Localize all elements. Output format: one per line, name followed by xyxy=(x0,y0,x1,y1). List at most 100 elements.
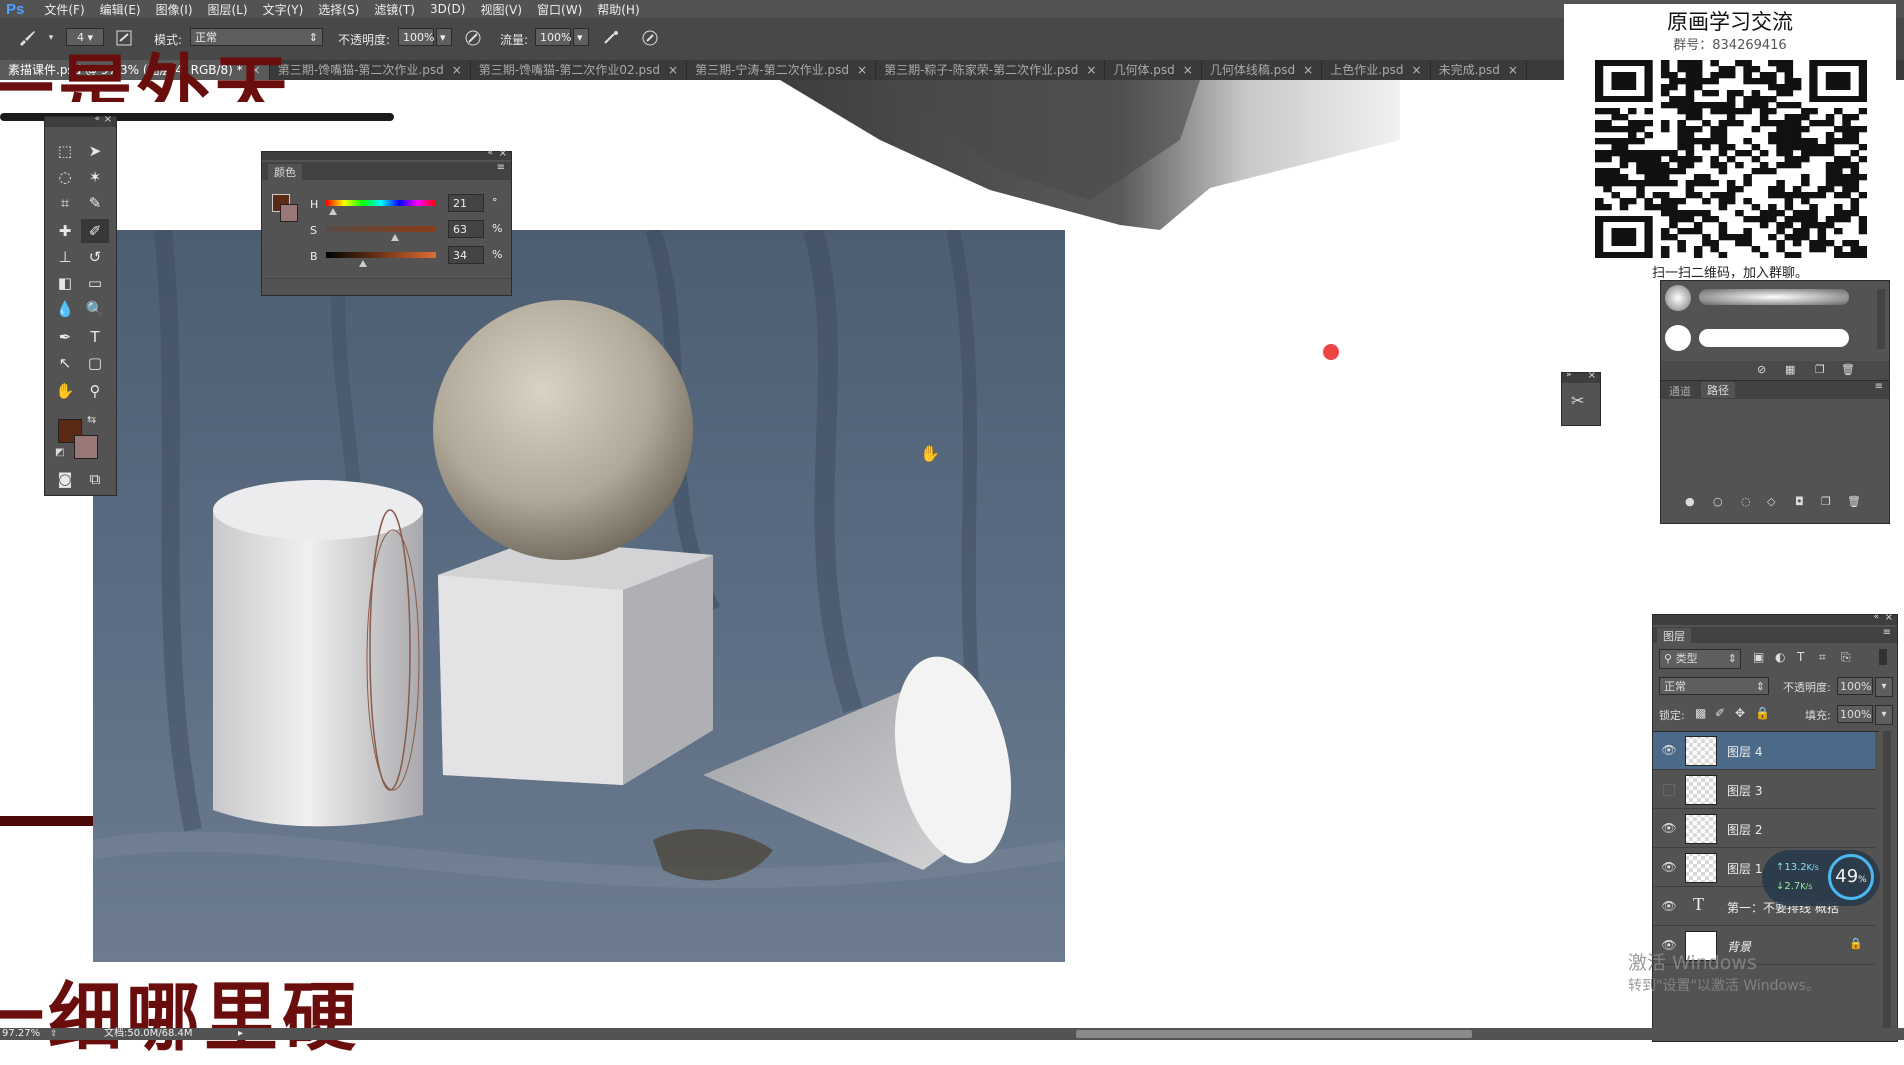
opacity-input[interactable]: 100% xyxy=(398,28,434,46)
magic-wand-icon[interactable]: ✶ xyxy=(81,165,109,189)
close-icon[interactable]: × xyxy=(499,148,507,159)
share-icon[interactable]: ⇪ xyxy=(50,1028,58,1040)
tab-paths[interactable]: 路径 xyxy=(1701,382,1735,398)
hue-slider-thumb[interactable] xyxy=(328,208,337,215)
network-speed-widget[interactable]: ↑13.2K/s ↓2.7K/s 49% xyxy=(1762,850,1880,906)
menu-file[interactable]: 文件(F) xyxy=(44,1,84,18)
swap-colors-icon[interactable]: ⇆ xyxy=(87,413,96,426)
close-icon[interactable]: × xyxy=(668,63,678,77)
lock-all-icon[interactable]: 🔒 xyxy=(1755,706,1770,720)
opacity-dropdown-button[interactable]: ▾ xyxy=(436,28,452,46)
close-icon[interactable]: × xyxy=(1303,63,1313,77)
color-ramp-area[interactable] xyxy=(262,278,511,295)
layer-filter-select[interactable]: ⚲ 类型 ⇕ xyxy=(1659,649,1741,669)
color-panel-header[interactable]: « × xyxy=(262,148,511,160)
panel-menu-icon[interactable]: ≡ xyxy=(497,162,505,173)
path-select-icon[interactable]: ↖ xyxy=(51,351,79,375)
layers-scrollbar[interactable] xyxy=(1883,731,1891,1033)
pressure-opacity-icon[interactable] xyxy=(462,27,484,49)
history-brush-icon[interactable]: ↺ xyxy=(81,245,109,269)
tab-color[interactable]: 颜色 xyxy=(268,164,302,180)
filter-adjustment-icon[interactable]: ◐ xyxy=(1775,650,1785,664)
eyedropper-tool-icon[interactable]: ✎ xyxy=(81,191,109,215)
brush-toggle-icon[interactable]: ⊘ xyxy=(1757,363,1766,376)
menu-select[interactable]: 选择(S) xyxy=(318,1,359,18)
new-preset-icon[interactable]: ❐ xyxy=(1815,363,1825,376)
close-icon[interactable]: × xyxy=(1412,63,1422,77)
tab-document[interactable]: 上色作业.psd × xyxy=(1322,60,1431,80)
lock-transparency-icon[interactable]: ▩ xyxy=(1695,706,1706,720)
flow-dropdown-button[interactable]: ▾ xyxy=(573,28,589,46)
close-icon[interactable]: × xyxy=(1508,63,1518,77)
gradient-tool-icon[interactable]: ▭ xyxy=(81,271,109,295)
tools-preset-icon[interactable]: ✂ xyxy=(1571,391,1584,410)
filter-smart-object-icon[interactable]: ⎘ xyxy=(1841,650,1851,665)
brush-preset-hard[interactable] xyxy=(1665,325,1691,351)
close-icon[interactable]: × xyxy=(1588,370,1596,381)
layer-row-layer-2[interactable]: 👁 图层 2 xyxy=(1653,810,1875,848)
new-path-icon[interactable]: ❐ xyxy=(1821,495,1831,508)
fill-path-icon[interactable]: ● xyxy=(1685,495,1695,508)
blur-tool-icon[interactable]: 💧 xyxy=(51,297,79,321)
move-tool-icon[interactable]: ➤ xyxy=(81,139,109,163)
lock-pixels-icon[interactable]: ✐ xyxy=(1715,706,1725,720)
shape-tool-icon[interactable]: ▢ xyxy=(81,351,109,375)
expand-icon[interactable]: » xyxy=(1566,370,1572,380)
tab-document[interactable]: 第三期-馋嘴猫-第二次作业02.psd × xyxy=(471,60,688,80)
background-color-swatch[interactable] xyxy=(74,435,98,459)
filter-type-icon[interactable]: T xyxy=(1797,650,1804,664)
brush-tool-selected-icon[interactable]: ✐ xyxy=(81,219,109,243)
pen-tool-icon[interactable]: ✒ xyxy=(51,325,79,349)
crop-tool-icon[interactable]: ⌗ xyxy=(51,191,79,215)
tab-document[interactable]: 第三期-宁涛-第二次作业.psd × xyxy=(687,60,877,80)
brush-preset-soft[interactable] xyxy=(1665,285,1691,311)
toolbox-header[interactable]: « × xyxy=(45,114,116,127)
visibility-off-box[interactable] xyxy=(1663,784,1675,796)
tab-document[interactable]: 第三期-粽子-陈家荣-第二次作业.psd × xyxy=(876,60,1106,80)
menu-edit[interactable]: 编辑(E) xyxy=(100,1,141,18)
add-mask-icon[interactable]: ◘ xyxy=(1795,495,1804,508)
menu-view[interactable]: 视图(V) xyxy=(480,1,522,18)
background-color-swatch[interactable] xyxy=(280,204,298,222)
trash-icon[interactable]: 🗑 xyxy=(1841,363,1855,376)
saturation-slider[interactable] xyxy=(326,226,436,232)
blend-mode-select[interactable]: 正常 ⇕ xyxy=(1659,677,1769,695)
brush-list-scrollbar[interactable] xyxy=(1877,289,1885,349)
close-icon[interactable]: × xyxy=(452,63,462,77)
brightness-value-input[interactable]: 34 xyxy=(448,246,484,264)
layer-opacity-dropdown[interactable]: ▾ xyxy=(1875,677,1893,697)
eye-icon[interactable]: 👁 xyxy=(1661,899,1677,913)
dodge-tool-icon[interactable]: 🔍 xyxy=(81,297,109,321)
filter-pixel-icon[interactable]: ▣ xyxy=(1753,650,1764,664)
make-work-path-icon[interactable]: ◇ xyxy=(1767,495,1775,508)
close-icon[interactable]: × xyxy=(1885,612,1893,623)
panel-menu-icon[interactable]: ≡ xyxy=(1883,627,1891,638)
default-colors-icon[interactable]: ◩ xyxy=(55,447,64,458)
menu-window[interactable]: 窗口(W) xyxy=(537,1,582,18)
menu-image[interactable]: 图像(I) xyxy=(156,1,193,18)
airbrush-icon[interactable] xyxy=(600,27,622,49)
brush-grid-icon[interactable]: ▦ xyxy=(1785,363,1795,376)
eraser-tool-icon[interactable]: ◧ xyxy=(51,271,79,295)
menu-type[interactable]: 文字(Y) xyxy=(263,1,304,18)
eye-icon[interactable]: 👁 xyxy=(1661,860,1677,874)
horizontal-scrollbar-thumb[interactable] xyxy=(1076,1030,1472,1038)
status-menu-arrow-icon[interactable]: ▸ xyxy=(238,1028,243,1040)
tab-document[interactable]: 未完成.psd × xyxy=(1431,60,1527,80)
tab-document[interactable]: 第三期-馋嘴猫-第二次作业.psd × xyxy=(270,60,471,80)
tab-document[interactable]: 几何体线稿.psd × xyxy=(1202,60,1323,80)
menu-layer[interactable]: 图层(L) xyxy=(208,1,248,18)
layer-row-layer-4[interactable]: 👁 图层 4 xyxy=(1653,732,1875,770)
close-icon[interactable]: × xyxy=(857,63,867,77)
layer-opacity-input[interactable]: 100% xyxy=(1837,677,1873,695)
brightness-slider-thumb[interactable] xyxy=(359,260,368,267)
close-icon[interactable]: × xyxy=(1183,63,1193,77)
filter-shape-icon[interactable]: ⌗ xyxy=(1819,650,1826,665)
close-icon[interactable]: × xyxy=(104,114,112,125)
layer-fill-dropdown[interactable]: ▾ xyxy=(1875,705,1893,725)
layers-panel-header[interactable]: « × xyxy=(1653,612,1897,625)
lasso-tool-icon[interactable]: ◌ xyxy=(51,165,79,189)
stroke-path-icon[interactable]: ○ xyxy=(1713,495,1723,508)
menu-help[interactable]: 帮助(H) xyxy=(597,1,639,18)
hue-value-input[interactable]: 21 xyxy=(448,194,484,212)
